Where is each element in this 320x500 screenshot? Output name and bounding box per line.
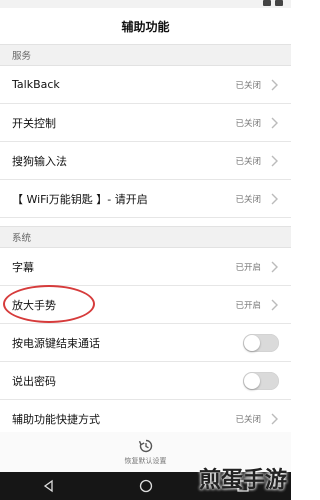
row-label: TalkBack xyxy=(12,78,60,91)
home-icon[interactable] xyxy=(139,479,153,493)
chevron-right-icon xyxy=(271,117,278,128)
page-title: 辅助功能 xyxy=(0,8,291,44)
row-label: 开关控制 xyxy=(12,116,56,130)
toggle-knob xyxy=(244,372,260,389)
toggle-knob xyxy=(244,334,260,351)
power-ends-call-toggle[interactable] xyxy=(243,333,279,352)
row-label: 【 WiFi万能钥匙 】- 请开启 xyxy=(12,192,148,206)
restore-defaults-label: 恢复默认设置 xyxy=(124,457,167,465)
chevron-right-icon xyxy=(271,155,278,166)
status-text: 已关闭 xyxy=(235,80,261,91)
status-text: 已关闭 xyxy=(235,156,261,167)
section-header-system: 系统 xyxy=(0,226,291,248)
signal-icon xyxy=(263,0,271,6)
chevron-right-icon xyxy=(271,299,278,310)
setting-row-talkback[interactable]: TalkBack 已关闭 xyxy=(0,66,291,104)
row-label: 搜狗输入法 xyxy=(12,154,67,168)
row-label: 说出密码 xyxy=(12,374,56,388)
status-text: 已开启 xyxy=(235,262,261,273)
setting-row-magnification-gestures[interactable]: 放大手势 已开启 xyxy=(0,286,291,324)
chevron-right-icon xyxy=(271,193,278,204)
setting-row-captions[interactable]: 字幕 已开启 xyxy=(0,248,291,286)
setting-row-switch-access[interactable]: 开关控制 已关闭 xyxy=(0,104,291,142)
status-text: 已关闭 xyxy=(235,118,261,129)
status-text: 已开启 xyxy=(235,300,261,311)
setting-row-sogou-input[interactable]: 搜狗输入法 已关闭 xyxy=(0,142,291,180)
row-label: 按电源键结束通话 xyxy=(12,336,100,350)
status-text: 已关闭 xyxy=(235,194,261,205)
row-label: 字幕 xyxy=(12,260,34,274)
speak-passwords-toggle[interactable] xyxy=(243,371,279,390)
back-icon[interactable] xyxy=(42,479,56,493)
status-text: 已关闭 xyxy=(235,414,261,425)
chevron-right-icon xyxy=(271,79,278,90)
section-header-services: 服务 xyxy=(0,44,291,66)
row-label: 辅助功能快捷方式 xyxy=(12,412,100,426)
status-bar xyxy=(0,0,291,8)
setting-row-speak-passwords: 说出密码 xyxy=(0,362,291,400)
setting-row-wifi-key[interactable]: 【 WiFi万能钥匙 】- 请开启 已关闭 xyxy=(0,180,291,218)
watermark-text: 煎蛋手游 xyxy=(198,467,287,493)
setting-row-power-ends-call: 按电源键结束通话 xyxy=(0,324,291,362)
row-label: 放大手势 xyxy=(12,298,56,312)
chevron-right-icon xyxy=(271,261,278,272)
battery-icon xyxy=(275,0,283,6)
chevron-right-icon xyxy=(271,413,278,424)
restore-icon xyxy=(138,439,152,453)
